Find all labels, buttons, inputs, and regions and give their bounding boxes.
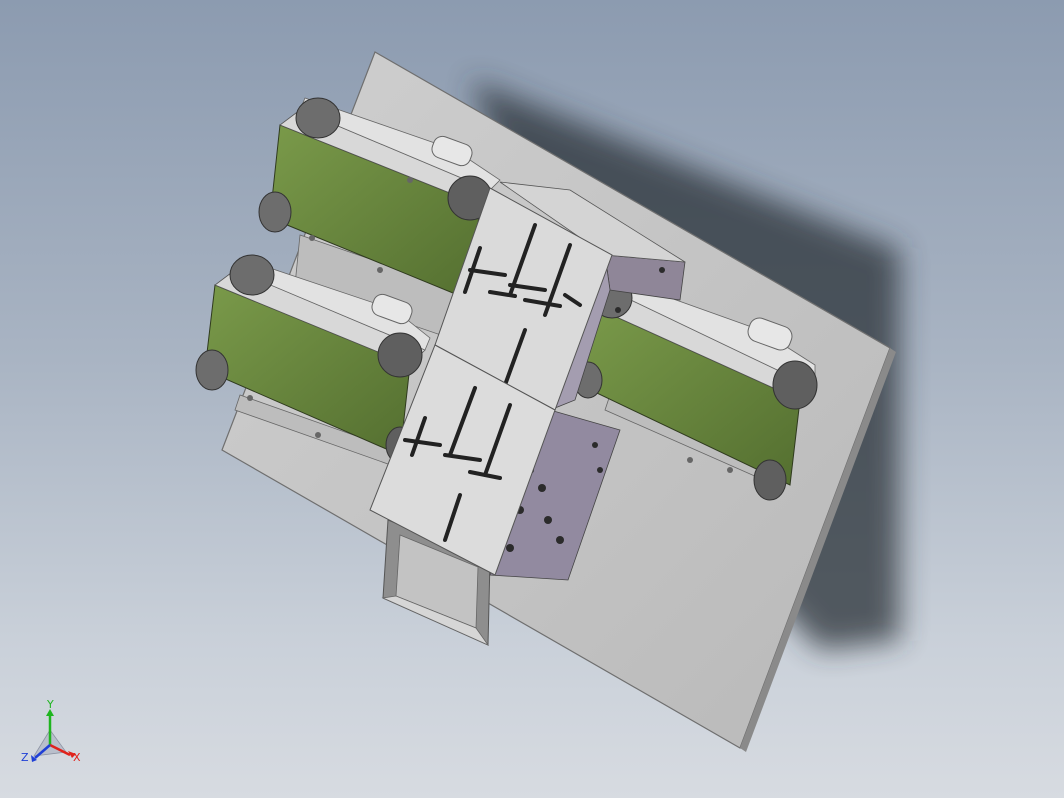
z-axis-label: Z [21, 751, 29, 764]
y-axis-label: Y [46, 700, 54, 711]
orientation-triad: Y X Z [21, 700, 81, 764]
cad-viewport[interactable]: Y X Z [0, 0, 1064, 798]
3d-model-view[interactable] [0, 0, 1064, 798]
x-axis-label: X [73, 751, 81, 764]
